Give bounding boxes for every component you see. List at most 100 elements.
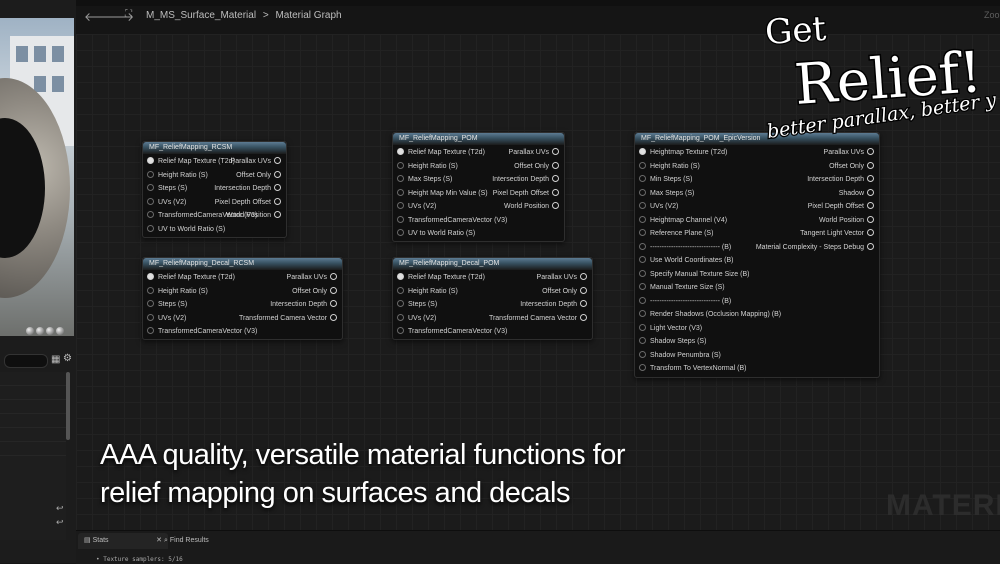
input-pin[interactable]: Height Ratio (S) — [397, 286, 458, 298]
pin-circle-icon[interactable] — [147, 224, 154, 232]
pin-circle-icon[interactable] — [147, 157, 154, 164]
input-pin[interactable]: Transform To VertexNormal (B) — [639, 363, 746, 375]
pin-circle-icon[interactable] — [274, 197, 281, 205]
pin-circle-icon[interactable] — [867, 188, 874, 196]
input-pin[interactable]: UV to World Ratio (S) — [147, 224, 225, 236]
details-row[interactable] — [0, 428, 66, 442]
input-pin[interactable]: Render Shadows (Occlusion Mapping) (B) — [639, 309, 781, 321]
pin-circle-icon[interactable] — [147, 197, 154, 205]
details-row[interactable] — [0, 442, 66, 456]
pin-circle-icon[interactable] — [397, 327, 404, 334]
pin-circle-icon[interactable] — [397, 215, 404, 223]
pin-circle-icon[interactable] — [274, 170, 281, 178]
pin-circle-icon[interactable] — [867, 242, 874, 250]
pin-circle-icon[interactable] — [147, 170, 154, 178]
output-pin[interactable]: Intersection Depth — [520, 299, 587, 311]
input-pin[interactable]: Shadow Penumbra (S) — [639, 350, 721, 362]
pin-circle-icon[interactable] — [147, 300, 154, 307]
output-pin[interactable]: Offset Only — [542, 286, 587, 298]
pin-circle-icon[interactable] — [639, 175, 646, 182]
pin-circle-icon[interactable] — [147, 286, 154, 294]
pin-circle-icon[interactable] — [639, 283, 646, 290]
pin-circle-icon[interactable] — [147, 327, 154, 334]
pin-circle-icon[interactable] — [580, 286, 587, 294]
input-pin[interactable]: Relief Map Texture (T2d) — [397, 272, 485, 284]
pin-circle-icon[interactable] — [867, 175, 874, 182]
input-pin[interactable]: UV to World Ratio (S) — [397, 228, 475, 240]
output-pin[interactable]: Offset Only — [829, 161, 874, 173]
input-pin[interactable]: Relief Map Texture (T2d) — [397, 147, 485, 159]
breadcrumb-asset[interactable]: M_MS_Surface_Material — [146, 10, 256, 21]
tab-find-results[interactable]: ⌕ Find Results — [158, 533, 240, 549]
input-pin[interactable]: Steps (S) — [147, 183, 187, 195]
output-pin[interactable]: World Position — [504, 201, 559, 213]
pin-circle-icon[interactable] — [397, 229, 404, 236]
pin-circle-icon[interactable] — [397, 300, 404, 307]
pin-circle-icon[interactable] — [397, 273, 404, 280]
output-pin[interactable]: Offset Only — [236, 170, 281, 182]
pin-circle-icon[interactable] — [639, 296, 646, 304]
input-pin[interactable]: Max Steps (S) — [397, 174, 452, 186]
input-pin[interactable]: Reference Plane (S) — [639, 228, 713, 240]
pin-circle-icon[interactable] — [639, 229, 646, 236]
pin-circle-icon[interactable] — [397, 188, 404, 196]
input-pin[interactable]: TransformedCameraVector (V3) — [397, 326, 507, 338]
gear-icon[interactable]: ⚙ — [63, 353, 72, 364]
pin-circle-icon[interactable] — [552, 148, 559, 155]
output-pin[interactable]: Intersection Depth — [492, 174, 559, 186]
input-pin[interactable]: UVs (V2) — [397, 201, 436, 213]
output-pin[interactable]: Intersection Depth — [214, 183, 281, 195]
pin-circle-icon[interactable] — [639, 310, 646, 317]
output-pin[interactable]: World Position — [819, 215, 874, 227]
input-pin[interactable]: Height Map Min Value (S) — [397, 188, 488, 200]
input-pin[interactable]: Height Ratio (S) — [639, 161, 700, 173]
output-pin[interactable]: Offset Only — [292, 286, 337, 298]
pin-circle-icon[interactable] — [552, 175, 559, 182]
input-pin[interactable]: Height Ratio (S) — [147, 170, 208, 182]
input-pin[interactable]: UVs (V2) — [147, 197, 186, 209]
node-reliefmapping-decal-rcsm[interactable]: MF_ReliefMapping_Decal_RCSM Relief Map T… — [142, 257, 343, 340]
pin-circle-icon[interactable] — [580, 273, 587, 280]
input-pin[interactable]: TransformedCameraVector (V3) — [147, 326, 257, 338]
input-pin[interactable]: Manual Texture Size (S) — [639, 282, 725, 294]
input-pin[interactable]: Min Steps (S) — [639, 174, 692, 186]
pin-circle-icon[interactable] — [639, 242, 646, 250]
pin-circle-icon[interactable] — [639, 215, 646, 223]
input-pin[interactable]: UVs (V2) — [397, 313, 436, 325]
preview-cylinder-button[interactable] — [36, 327, 44, 335]
input-pin[interactable]: Relief Map Texture (T2d) — [147, 156, 235, 168]
input-pin[interactable]: Steps (S) — [147, 299, 187, 311]
details-row[interactable] — [0, 386, 66, 400]
output-pin[interactable]: Offset Only — [514, 161, 559, 173]
output-pin[interactable]: Shadow — [839, 188, 874, 200]
input-pin[interactable]: Light Vector (V3) — [639, 323, 702, 335]
pin-circle-icon[interactable] — [639, 269, 646, 277]
reset-arrow-icon[interactable]: ↩ — [56, 503, 64, 514]
reset-arrow-icon[interactable]: ↩ — [56, 517, 64, 528]
details-row[interactable] — [0, 400, 66, 414]
details-search-input[interactable] — [4, 354, 48, 368]
pin-circle-icon[interactable] — [397, 148, 404, 155]
input-pin[interactable]: Specify Manual Texture Size (B) — [639, 269, 749, 281]
breadcrumb-graph[interactable]: Material Graph — [275, 10, 341, 21]
pin-circle-icon[interactable] — [274, 184, 281, 191]
pin-circle-icon[interactable] — [147, 184, 154, 191]
pin-circle-icon[interactable] — [397, 286, 404, 294]
input-pin[interactable]: Use World Coordinates (B) — [639, 255, 734, 267]
pin-circle-icon[interactable] — [580, 300, 587, 307]
input-pin[interactable]: TransformedCameraVector (V3) — [397, 215, 507, 227]
output-pin[interactable]: Pixel Depth Offset — [493, 188, 559, 200]
input-pin[interactable]: ------------------------------ (B) — [639, 296, 731, 308]
input-pin[interactable]: Heightmap Channel (V4) — [639, 215, 727, 227]
preview-viewport[interactable] — [0, 18, 74, 336]
node-reliefmapping-pom-epicversion[interactable]: MF_ReliefMapping_POM_EpicVersion Heightm… — [634, 132, 880, 378]
output-pin[interactable]: Parallax UVs — [509, 147, 559, 159]
pin-circle-icon[interactable] — [397, 161, 404, 169]
output-pin[interactable]: Parallax UVs — [231, 156, 281, 168]
pin-circle-icon[interactable] — [274, 211, 281, 218]
pin-circle-icon[interactable] — [639, 323, 646, 331]
pin-circle-icon[interactable] — [552, 202, 559, 209]
preview-cube-button[interactable] — [56, 327, 64, 335]
output-pin[interactable]: Intersection Depth — [270, 299, 337, 311]
output-pin[interactable]: Transformed Camera Vector — [239, 313, 337, 325]
